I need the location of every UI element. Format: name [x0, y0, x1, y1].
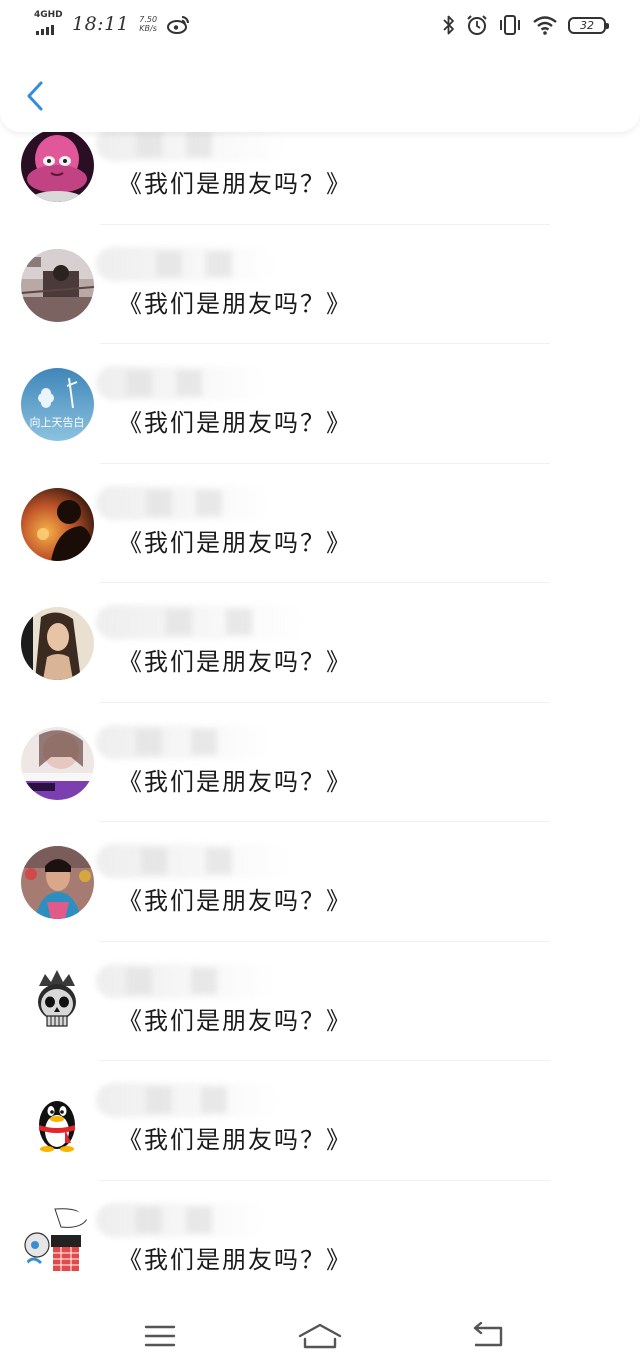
name-blurred	[96, 485, 271, 520]
weibo-icon	[167, 16, 190, 34]
item-title: 《我们是朋友吗？》	[118, 170, 352, 198]
item-title: 《我们是朋友吗？》	[118, 1245, 352, 1274]
list-item[interactable]: 向上天告白 《我们是朋友吗？》	[0, 344, 640, 464]
back-icon	[473, 1322, 503, 1347]
woman-selfie-avatar	[21, 846, 94, 919]
status-left: 4GHD 18:11 7.50 KB/s	[34, 10, 191, 38]
name-blurred	[96, 366, 266, 400]
item-title: 《我们是朋友吗？》	[118, 409, 352, 437]
girl-purple-avatar	[21, 726, 94, 800]
alarm-icon	[467, 15, 487, 35]
menu-button[interactable]	[130, 1314, 190, 1358]
battery-level: 32	[580, 18, 594, 32]
item-title: 《我们是朋友吗？》	[118, 767, 352, 796]
blue-sky-avatar: 向上天告白	[21, 368, 94, 441]
battery-icon: 32	[568, 16, 609, 34]
name-blurred	[96, 844, 291, 878]
speed-unit: KB/s	[139, 24, 157, 33]
screen: 4GHD 18:11 7.50 KB/s 32 《我们是朋友吗？》 《我们是朋友…	[0, 0, 640, 1372]
item-title: 《我们是朋友吗？》	[118, 1126, 352, 1154]
list-item[interactable]: 《我们是朋友吗？》	[0, 464, 640, 584]
list-item[interactable]: 《我们是朋友吗？》	[0, 225, 640, 345]
list-item[interactable]: 《我们是朋友吗？》	[0, 583, 640, 703]
network-indicator: 4GHD	[34, 10, 64, 38]
item-title: 《我们是朋友吗？》	[118, 289, 352, 318]
room-photo-avatar	[21, 248, 94, 322]
bluetooth-icon	[443, 15, 454, 35]
avatar-caption: 向上天告白	[30, 415, 85, 429]
navigation-bar	[0, 1300, 640, 1372]
header	[0, 48, 640, 132]
name-blurred	[96, 1083, 281, 1117]
name-blurred	[96, 963, 276, 998]
name-blurred	[96, 724, 271, 759]
pink-alien-avatar	[21, 129, 94, 202]
menu-icon	[144, 1325, 176, 1347]
crowned-skull-avatar	[21, 965, 94, 1039]
status-bar: 4GHD 18:11 7.50 KB/s 32	[0, 0, 640, 48]
qq-penguin-avatar	[21, 1085, 94, 1158]
item-title: 《我们是朋友吗？》	[118, 1006, 352, 1035]
speed-value: 7.50	[139, 15, 158, 24]
friend-list: 《我们是朋友吗？》 《我们是朋友吗？》 向上天告白 《我们是朋友吗？》 《我们是…	[0, 105, 640, 1300]
chevron-left-icon	[27, 81, 43, 111]
home-button[interactable]	[290, 1314, 350, 1358]
item-title: 《我们是朋友吗？》	[118, 648, 352, 676]
back-button[interactable]	[20, 76, 50, 116]
cartoon-avatar	[21, 1204, 94, 1278]
name-blurred	[96, 127, 286, 161]
wifi-icon	[533, 16, 557, 35]
item-title: 《我们是朋友吗？》	[118, 887, 352, 915]
home-icon	[298, 1323, 342, 1349]
back-nav-button[interactable]	[458, 1314, 518, 1358]
name-blurred	[96, 246, 276, 281]
list-item[interactable]: 《我们是朋友吗？》	[0, 1181, 640, 1301]
clock: 18:11	[72, 13, 130, 35]
list-item[interactable]: 《我们是朋友吗？》	[0, 703, 640, 823]
list-item[interactable]: 《我们是朋友吗？》	[0, 822, 640, 942]
name-blurred	[96, 1202, 266, 1237]
name-blurred	[96, 605, 306, 639]
woman-portrait-avatar	[21, 607, 94, 680]
list-item[interactable]: 《我们是朋友吗？》	[0, 1061, 640, 1181]
vibrate-icon	[500, 15, 520, 35]
list-item[interactable]: 《我们是朋友吗？》	[0, 942, 640, 1062]
network-label: 4GHD	[34, 10, 63, 20]
sunset-silhouette-avatar	[21, 487, 94, 561]
network-speed: 7.50 KB/s	[139, 15, 157, 33]
signal-icon	[36, 25, 54, 35]
item-title: 《我们是朋友吗？》	[118, 528, 352, 557]
status-right: 32	[442, 12, 609, 38]
